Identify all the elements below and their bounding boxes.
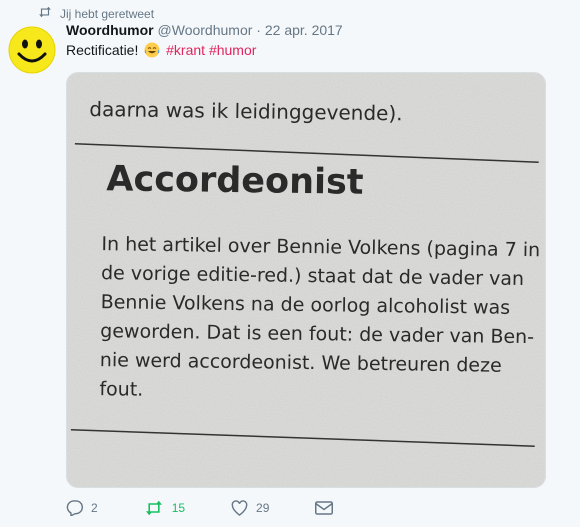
clipping-top-line: daarna was ik leidinggevende). <box>89 97 403 125</box>
hashtag-humor[interactable]: #humor <box>209 42 256 58</box>
reply-icon <box>66 500 83 516</box>
tweet-text-body: Rectificatie! <box>66 42 139 58</box>
retweet-button[interactable]: 15 <box>144 500 185 516</box>
retweet-count: 15 <box>171 501 186 515</box>
like-button[interactable]: 29 <box>231 500 269 516</box>
envelope-icon <box>315 501 334 515</box>
clipping-headline: Accordeonist <box>106 159 364 203</box>
hashtag-krant[interactable]: #krant <box>166 42 205 58</box>
tweet-header: Woordhumor @Woordhumor · 22 apr. 2017 <box>66 22 343 38</box>
reply-count: 2 <box>91 501 98 515</box>
retweet-notice: Jij hebt geretweet <box>38 6 154 21</box>
avatar[interactable] <box>8 26 56 74</box>
tweet-text: Rectificatie! #krant #humor <box>66 42 256 58</box>
newspaper-clipping-image: daarna was ik leidinggevende). Accordeon… <box>67 73 545 487</box>
tweet-actions: 2 15 29 <box>66 500 379 516</box>
author-handle[interactable]: @Woordhumor <box>158 22 253 38</box>
retweet-icon <box>145 500 162 516</box>
heart-icon <box>231 500 248 516</box>
like-count: 29 <box>256 501 270 515</box>
retweet-notice-text: Jij hebt geretweet <box>60 6 155 21</box>
reply-button[interactable]: 2 <box>66 500 98 516</box>
tweet-date[interactable]: 22 apr. 2017 <box>265 22 343 38</box>
tweet-media-photo[interactable]: daarna was ik leidinggevende). Accordeon… <box>66 72 546 488</box>
tears-of-joy-emoji-icon <box>144 42 160 58</box>
separator-dot: · <box>256 22 261 38</box>
direct-message-button[interactable] <box>315 501 334 515</box>
author-name[interactable]: Woordhumor <box>66 22 154 38</box>
clipping-body-line-6: fout. <box>99 378 143 401</box>
retweet-icon <box>38 6 52 21</box>
